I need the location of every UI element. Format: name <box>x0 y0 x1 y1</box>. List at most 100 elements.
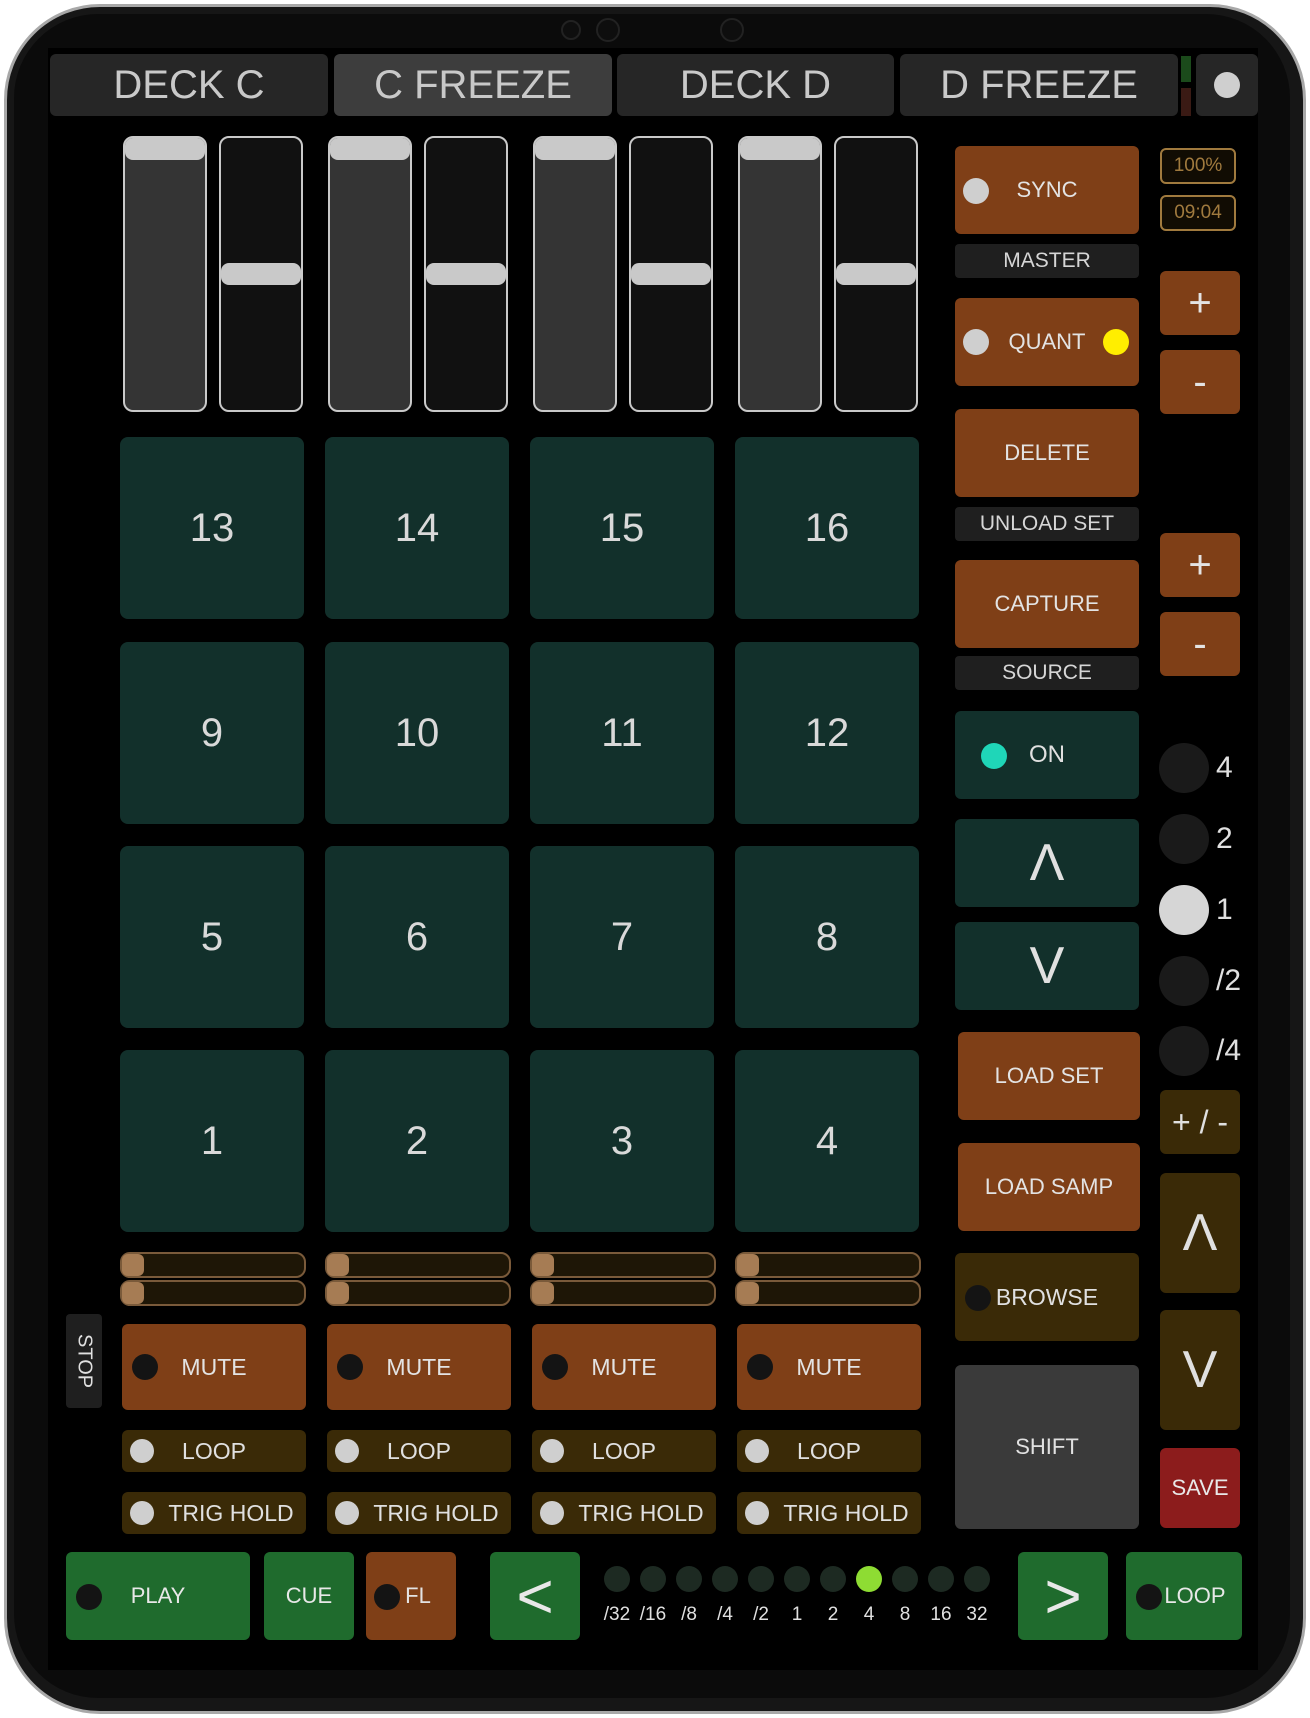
side-down-button[interactable]: V <box>1160 1310 1240 1430</box>
sample-pad[interactable]: 15 <box>530 437 714 619</box>
sample-pad[interactable]: 12 <box>735 642 919 824</box>
next-button[interactable]: > <box>1018 1552 1108 1640</box>
slot-slider-knob[interactable] <box>737 1282 759 1304</box>
fader-track[interactable] <box>328 136 412 412</box>
loop-size-dot[interactable] <box>964 1566 990 1592</box>
slot-slider-track[interactable] <box>120 1252 306 1278</box>
fader-track[interactable] <box>123 136 207 412</box>
loop-size-dot[interactable] <box>676 1566 702 1592</box>
beat-option-radio[interactable] <box>1159 1026 1209 1076</box>
beat-option-radio[interactable] <box>1159 814 1209 864</box>
loop-size-dot[interactable] <box>640 1566 666 1592</box>
mute-button[interactable]: MUTE <box>737 1324 921 1410</box>
slot-slider-track[interactable] <box>735 1280 921 1306</box>
sample-pad[interactable]: 14 <box>325 437 509 619</box>
sample-pad[interactable]: 11 <box>530 642 714 824</box>
cue-button[interactable]: CUE <box>264 1552 354 1640</box>
minus-button[interactable]: - <box>1160 612 1240 676</box>
plus-button[interactable]: + <box>1160 533 1240 597</box>
side-up-button[interactable]: Λ <box>1160 1173 1240 1293</box>
load-set-button[interactable]: LOAD SET <box>958 1032 1140 1120</box>
loop-size-dot[interactable] <box>604 1566 630 1592</box>
record-button[interactable] <box>1196 54 1258 116</box>
beat-option-radio[interactable] <box>1159 956 1209 1006</box>
slot-slider-knob[interactable] <box>532 1282 554 1304</box>
delete-button[interactable]: DELETE <box>955 409 1139 497</box>
source-button[interactable]: SOURCE <box>955 656 1139 690</box>
transport-loop-button[interactable]: LOOP <box>1126 1552 1242 1640</box>
fader-handle[interactable] <box>221 263 301 285</box>
sample-pad[interactable]: 10 <box>325 642 509 824</box>
fader-handle[interactable] <box>836 263 916 285</box>
shift-button[interactable]: SHIFT <box>955 1365 1139 1529</box>
plus-minus-button[interactable]: + / - <box>1160 1090 1240 1154</box>
sample-pad[interactable]: 16 <box>735 437 919 619</box>
sample-pad[interactable]: 6 <box>325 846 509 1028</box>
mute-button[interactable]: MUTE <box>532 1324 716 1410</box>
fader-track[interactable] <box>533 136 617 412</box>
fader-handle[interactable] <box>330 138 410 160</box>
sample-pad[interactable]: 5 <box>120 846 304 1028</box>
up-button[interactable]: Λ <box>955 819 1139 907</box>
slot-slider-knob[interactable] <box>122 1254 144 1276</box>
save-button[interactable]: SAVE <box>1160 1448 1240 1528</box>
slot-slider-track[interactable] <box>530 1252 716 1278</box>
mute-button[interactable]: MUTE <box>122 1324 306 1410</box>
tab-deck-c[interactable]: DECK C <box>50 54 328 116</box>
fl-button[interactable]: FL <box>366 1552 456 1640</box>
slot-slider-knob[interactable] <box>327 1282 349 1304</box>
trig-hold-button[interactable]: TRIG HOLD <box>327 1492 511 1534</box>
prev-button[interactable]: < <box>490 1552 580 1640</box>
slot-slider-track[interactable] <box>530 1280 716 1306</box>
slot-slider-track[interactable] <box>120 1280 306 1306</box>
master-button[interactable]: MASTER <box>955 244 1139 278</box>
on-button[interactable]: ON <box>955 711 1139 799</box>
loop-button[interactable]: LOOP <box>327 1430 511 1472</box>
slot-slider-track[interactable] <box>735 1252 921 1278</box>
slot-slider-track[interactable] <box>325 1280 511 1306</box>
minus-button[interactable]: - <box>1160 350 1240 414</box>
load-samp-button[interactable]: LOAD SAMP <box>958 1143 1140 1231</box>
loop-size-dot[interactable] <box>856 1566 882 1592</box>
fader-handle[interactable] <box>535 138 615 160</box>
sample-pad[interactable]: 7 <box>530 846 714 1028</box>
slot-slider-knob[interactable] <box>122 1282 144 1304</box>
sample-pad[interactable]: 2 <box>325 1050 509 1232</box>
sample-pad[interactable]: 4 <box>735 1050 919 1232</box>
plus-button[interactable]: + <box>1160 271 1240 335</box>
fader-handle[interactable] <box>740 138 820 160</box>
loop-size-dot[interactable] <box>712 1566 738 1592</box>
sample-pad[interactable]: 9 <box>120 642 304 824</box>
quant-button[interactable]: QUANT <box>955 298 1139 386</box>
trig-hold-button[interactable]: TRIG HOLD <box>122 1492 306 1534</box>
play-button[interactable]: PLAY <box>66 1552 250 1640</box>
loop-button[interactable]: LOOP <box>737 1430 921 1472</box>
sync-button[interactable]: SYNC <box>955 146 1139 234</box>
loop-button[interactable]: LOOP <box>122 1430 306 1472</box>
tab-d-freeze[interactable]: D FREEZE <box>900 54 1178 116</box>
fader-handle[interactable] <box>125 138 205 160</box>
slot-slider-knob[interactable] <box>327 1254 349 1276</box>
unload-set-button[interactable]: UNLOAD SET <box>955 507 1139 541</box>
slot-slider-track[interactable] <box>325 1252 511 1278</box>
stop-button[interactable]: STOP <box>66 1314 102 1408</box>
sample-pad[interactable]: 13 <box>120 437 304 619</box>
loop-size-dot[interactable] <box>820 1566 846 1592</box>
fader-handle[interactable] <box>631 263 711 285</box>
loop-button[interactable]: LOOP <box>532 1430 716 1472</box>
capture-button[interactable]: CAPTURE <box>955 560 1139 648</box>
loop-size-dot[interactable] <box>928 1566 954 1592</box>
fader-track[interactable] <box>738 136 822 412</box>
fader-handle[interactable] <box>426 263 506 285</box>
trig-hold-button[interactable]: TRIG HOLD <box>737 1492 921 1534</box>
beat-option-radio[interactable] <box>1159 743 1209 793</box>
sample-pad[interactable]: 8 <box>735 846 919 1028</box>
tab-deck-d[interactable]: DECK D <box>617 54 894 116</box>
slot-slider-knob[interactable] <box>532 1254 554 1276</box>
tab-c-freeze[interactable]: C FREEZE <box>334 54 612 116</box>
trig-hold-button[interactable]: TRIG HOLD <box>532 1492 716 1534</box>
mute-button[interactable]: MUTE <box>327 1324 511 1410</box>
sample-pad[interactable]: 1 <box>120 1050 304 1232</box>
sample-pad[interactable]: 3 <box>530 1050 714 1232</box>
beat-option-radio[interactable] <box>1159 885 1209 935</box>
